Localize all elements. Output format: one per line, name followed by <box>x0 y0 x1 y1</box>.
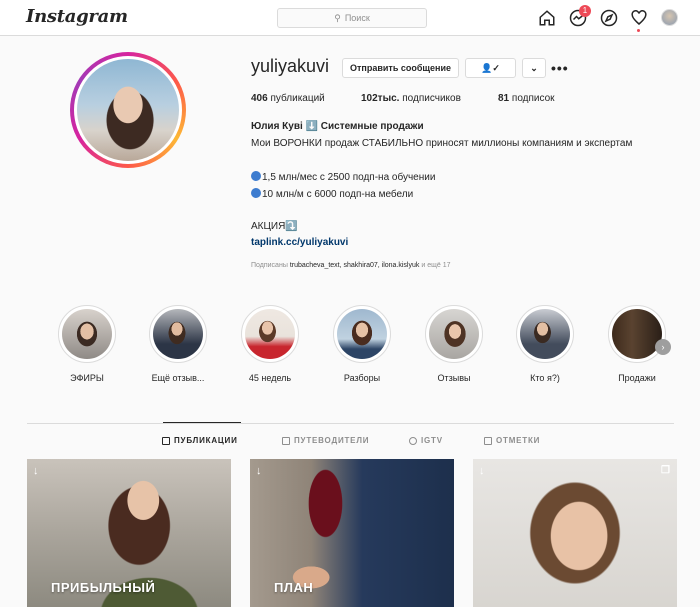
post-thumbnail[interactable]: ↓ ❐ <box>473 459 677 607</box>
highlight-item[interactable]: ЭФИРЫ <box>57 305 117 383</box>
post-caption: ПРИБЫЛЬНЫЙ <box>51 580 156 595</box>
chevron-down-icon: ⌄ <box>530 62 538 73</box>
post-caption: ПЛАН <box>274 580 314 595</box>
profile-picture[interactable] <box>74 56 182 164</box>
active-tab-indicator <box>163 422 241 423</box>
tab-posts[interactable]: ПУБЛИКАЦИИ <box>162 436 238 445</box>
tab-tagged[interactable]: ОТМЕТКИ <box>484 436 540 445</box>
download-arrow-icon: ↓ <box>33 465 39 477</box>
highlights-next-arrow-icon[interactable]: › <box>655 339 671 355</box>
carousel-icon: ❐ <box>661 465 670 476</box>
explore-icon[interactable] <box>600 9 618 27</box>
send-message-button[interactable]: Отправить сообщение <box>342 58 459 78</box>
tab-divider <box>27 423 674 424</box>
profile-link[interactable]: taplink.cc/yuliyakuvi <box>251 237 348 248</box>
guide-icon <box>282 436 290 445</box>
highlight-item[interactable]: 45 недель <box>240 305 300 383</box>
post-thumbnail[interactable]: ↓ ПЛАН <box>250 459 454 607</box>
igtv-icon <box>409 436 417 445</box>
username: yuliyakuvi <box>251 56 330 76</box>
posts-count: 406 публикаций <box>251 93 325 104</box>
suggestions-dropdown-button[interactable]: ⌄ <box>522 58 546 78</box>
following-button[interactable]: 👤✓ <box>465 58 516 78</box>
top-navigation-bar: Instagram ⚲ Поиск 1 <box>0 0 700 36</box>
activity-dot <box>637 29 640 32</box>
home-icon[interactable] <box>538 9 556 27</box>
search-placeholder: Поиск <box>344 13 370 23</box>
full-name: Юлия Кувi ⬇️ Системные продажи <box>251 121 424 132</box>
highlight-item[interactable]: Продажи <box>607 305 667 383</box>
followers-count[interactable]: 102тыс. подписчиков <box>361 93 461 104</box>
instagram-logo[interactable]: Instagram <box>26 6 128 27</box>
download-arrow-icon: ↓ <box>256 465 262 477</box>
bio-line: Мои ВОРОНКИ продаж СТАБИЛЬНО приносят ми… <box>251 138 633 149</box>
tagged-icon <box>484 436 492 445</box>
bio-line: 10 млн/м с 6000 подп-на мебели <box>251 188 413 200</box>
activity-heart-icon[interactable] <box>630 9 648 27</box>
search-input[interactable]: ⚲ Поиск <box>277 8 427 28</box>
bio-line: АКЦИЯ⤵️ <box>251 221 298 232</box>
post-thumbnail[interactable]: ↓ ПРИБЫЛЬНЫЙ <box>27 459 231 607</box>
highlight-item[interactable]: Разборы <box>332 305 392 383</box>
search-icon: ⚲ <box>334 12 341 23</box>
highlight-item[interactable]: Отзывы <box>424 305 484 383</box>
profile-avatar[interactable] <box>661 9 678 26</box>
download-arrow-icon: ↓ <box>479 465 485 477</box>
following-count[interactable]: 81 подписок <box>498 93 555 104</box>
tab-guides[interactable]: ПУТЕВОДИТЕЛИ <box>282 436 369 445</box>
tab-igtv[interactable]: IGTV <box>409 436 443 445</box>
blue-circle-icon <box>251 171 261 181</box>
messenger-badge: 1 <box>579 5 591 17</box>
person-check-icon: 👤✓ <box>481 62 500 73</box>
grid-icon <box>162 436 170 445</box>
highlight-item[interactable]: Кто я?) <box>515 305 575 383</box>
highlight-item[interactable]: Ещё отзыв... <box>148 305 208 383</box>
blue-circle-icon <box>251 188 261 198</box>
more-options-icon[interactable]: ••• <box>551 60 569 76</box>
followed-by[interactable]: Подписаны trubacheva_text, shakhira07, i… <box>251 262 450 269</box>
bio-line: 1,5 млн/мес с 2500 подп-на обучении <box>251 171 435 183</box>
